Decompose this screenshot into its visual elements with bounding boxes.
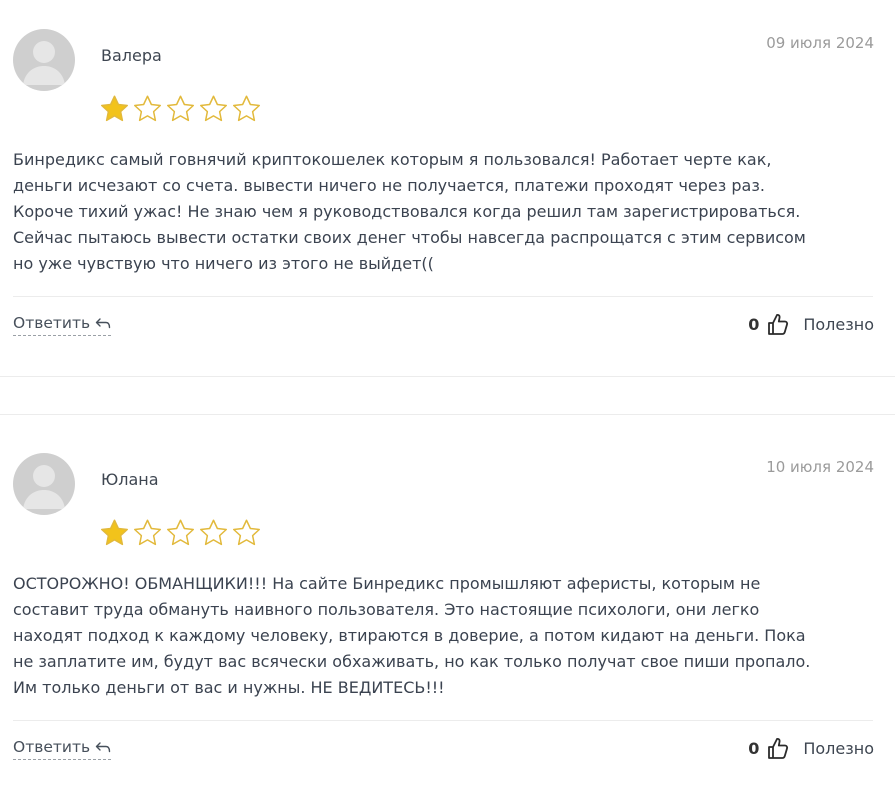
avatar — [13, 453, 75, 515]
star-rating — [99, 518, 262, 548]
helpful-count: 0 — [748, 738, 760, 758]
review-text-line: составит труда обмануть наивного пользов… — [13, 600, 760, 619]
review-separator — [0, 414, 895, 415]
thumbs-up-icon[interactable] — [767, 736, 789, 760]
thumbs-up-icon[interactable] — [767, 312, 789, 336]
reply-button[interactable]: Ответить — [13, 738, 112, 760]
review-date: 09 июля 2024 — [766, 34, 874, 52]
review-text-line: Им только деньги от вас и нужны. НЕ ВЕДИ… — [13, 678, 445, 697]
review-text-line: находят подход к каждому человеку, втира… — [13, 626, 806, 645]
review-text-line: Короче тихий ужас! Не знаю чем я руковод… — [13, 202, 801, 221]
divider — [13, 296, 873, 297]
review-text-line: Бинредикс самый говнячий криптокошелек к… — [13, 150, 772, 169]
review-date: 10 июля 2024 — [766, 458, 874, 476]
review-text: ОСТОРОЖНО! ОБМАНЩИКИ!!! На сайте Бинреди… — [13, 571, 883, 701]
reply-arrow-icon — [95, 318, 111, 329]
user-placeholder-icon — [23, 465, 65, 509]
reply-arrow-icon — [95, 742, 111, 753]
review-author: Валера — [101, 46, 162, 65]
avatar — [13, 29, 75, 91]
helpful-widget: 0 Полезно — [748, 736, 874, 760]
review-text-line: деньги исчезают со счета. вывести ничего… — [13, 176, 765, 195]
review-separator — [0, 376, 895, 377]
helpful-count: 0 — [748, 314, 760, 334]
star-rating — [99, 94, 262, 124]
star-empty-icon — [134, 95, 161, 122]
review-text-line: не заплатите им, будут вас всячески обха… — [13, 652, 811, 671]
reply-button[interactable]: Ответить — [13, 314, 112, 336]
helpful-widget: 0 Полезно — [748, 312, 874, 336]
user-placeholder-icon — [23, 41, 65, 85]
review-text-line: но уже чувствую что ничего из этого не в… — [13, 254, 434, 273]
star-filled-icon — [101, 519, 128, 546]
reply-label: Ответить — [13, 738, 91, 756]
star-empty-icon — [200, 95, 227, 122]
review-text-line: ОСТОРОЖНО! ОБМАНЩИКИ!!! На сайте Бинреди… — [13, 574, 761, 593]
star-filled-icon — [101, 95, 128, 122]
star-empty-icon — [233, 95, 260, 122]
star-empty-icon — [134, 519, 161, 546]
review-text-line: Сейчас пытаюсь вывести остатки своих ден… — [13, 228, 806, 247]
divider — [13, 720, 873, 721]
star-empty-icon — [200, 519, 227, 546]
star-empty-icon — [233, 519, 260, 546]
star-empty-icon — [167, 95, 194, 122]
helpful-label: Полезно — [803, 738, 874, 758]
review-text: Бинредикс самый говнячий криптокошелек к… — [13, 147, 883, 277]
star-empty-icon — [167, 519, 194, 546]
helpful-label: Полезно — [803, 314, 874, 334]
review-card: Юлана 10 июля 2024 ОСТОРОЖНО! ОБМАНЩИКИ!… — [0, 424, 895, 798]
reply-label: Ответить — [13, 314, 91, 332]
review-card: Валера 09 июля 2024 Бинредикс самый говн… — [0, 0, 895, 376]
review-author: Юлана — [101, 470, 159, 489]
